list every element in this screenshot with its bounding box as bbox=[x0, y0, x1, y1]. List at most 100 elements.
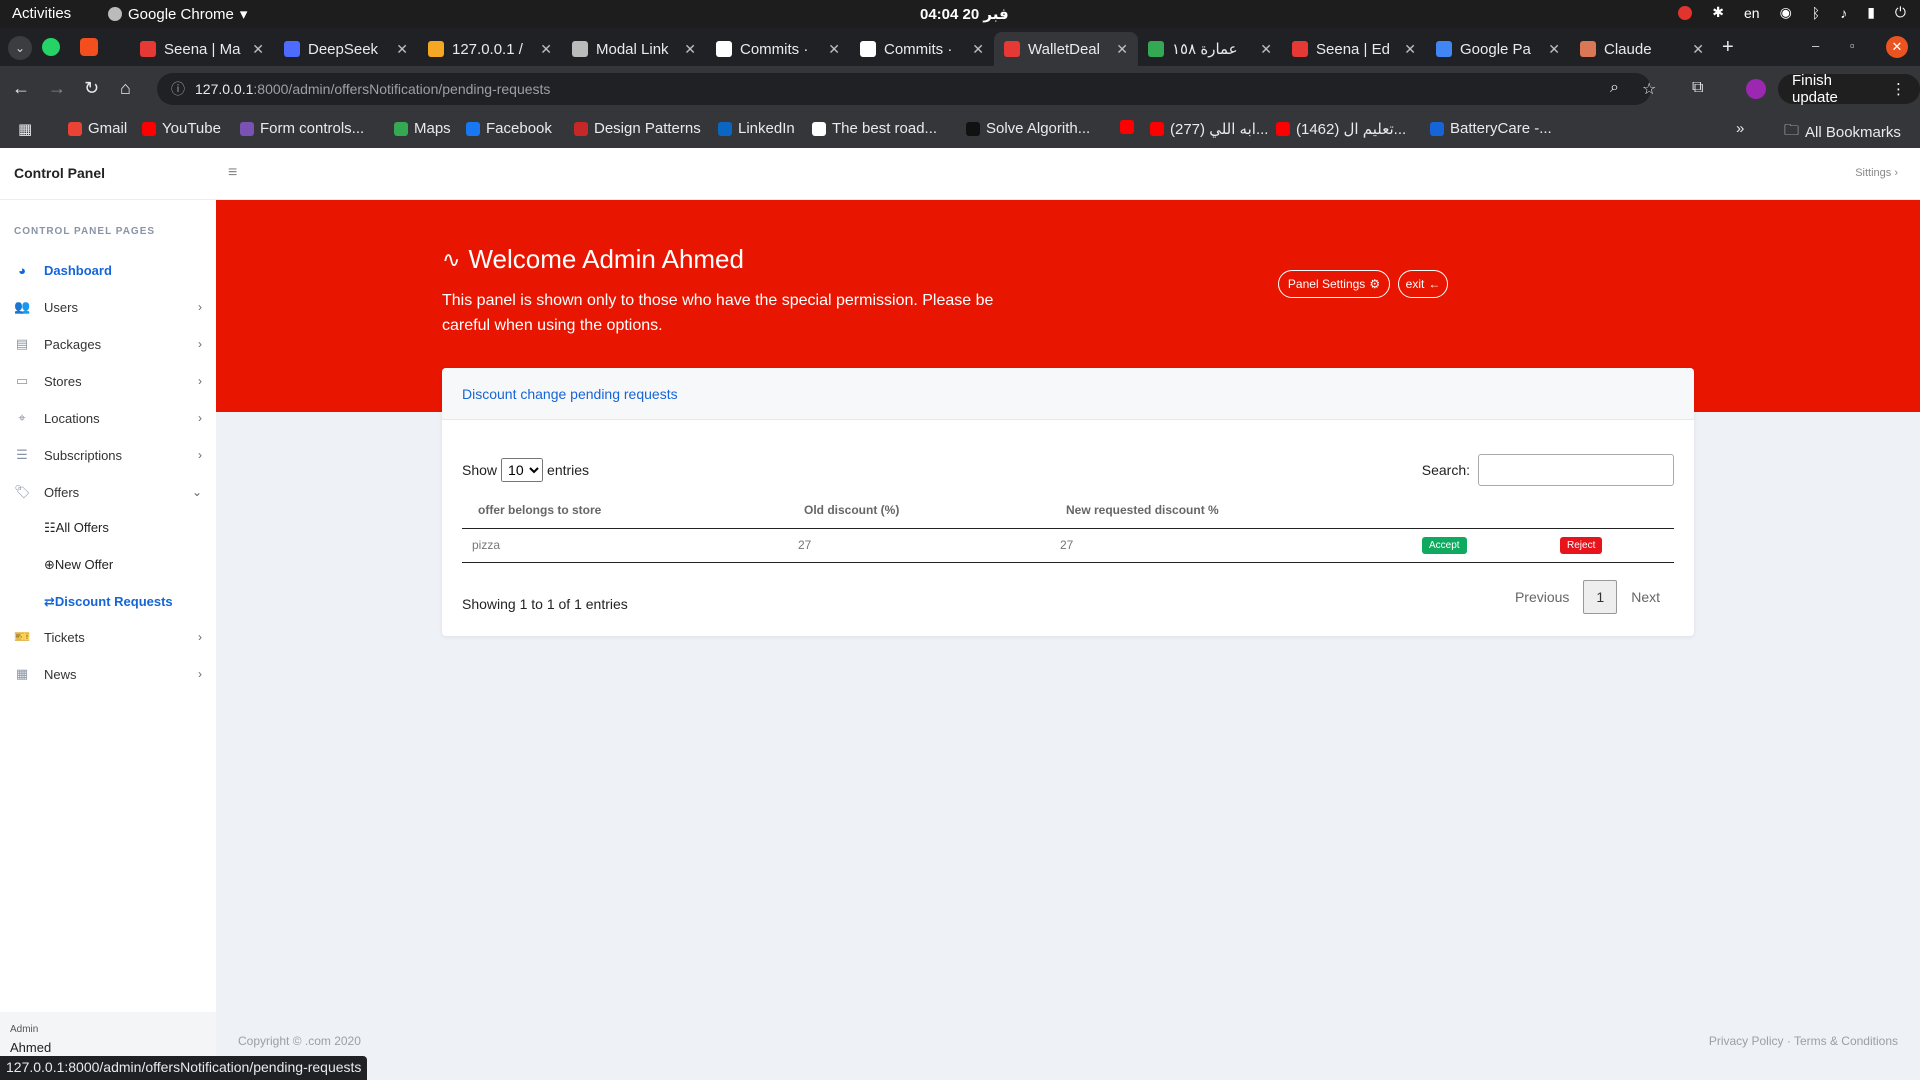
close-tab-icon[interactable]: ✕ bbox=[396, 41, 408, 58]
new-tab-button[interactable]: + bbox=[1722, 36, 1734, 59]
menu-toggle-icon[interactable]: ≡ bbox=[228, 164, 237, 182]
profile-avatar[interactable] bbox=[1746, 79, 1766, 99]
store-icon: ▭ bbox=[15, 373, 29, 388]
home-icon[interactable]: ⌂ bbox=[120, 78, 131, 99]
bookmark-item[interactable]: LinkedIn bbox=[718, 120, 795, 137]
column-header[interactable]: New requested discount % bbox=[1050, 492, 1422, 529]
bookmark-label: (277) ابه اللي... bbox=[1170, 121, 1269, 138]
footer-links[interactable]: Privacy Policy · Terms & Conditions bbox=[1709, 1034, 1898, 1048]
browser-tab[interactable]: DeepSeek ✕ bbox=[274, 32, 418, 66]
minimize-icon[interactable]: – bbox=[1812, 38, 1819, 53]
next-page-button[interactable]: Next bbox=[1617, 581, 1674, 613]
previous-page-button[interactable]: Previous bbox=[1501, 581, 1583, 613]
close-tab-icon[interactable]: ✕ bbox=[540, 41, 552, 58]
extensions-icon[interactable]: ⧉ bbox=[1692, 79, 1703, 97]
browser-tab[interactable]: Seena | Ma ✕ bbox=[130, 32, 274, 66]
close-tab-icon[interactable]: ✕ bbox=[972, 41, 984, 58]
exit-button[interactable]: exit ← bbox=[1398, 270, 1448, 298]
sidebar-item-users[interactable]: 👥 Users › bbox=[0, 289, 216, 325]
browser-tab[interactable]: Commits · ✕ bbox=[850, 32, 994, 66]
browser-tab[interactable]: Google Pa ✕ bbox=[1426, 32, 1570, 66]
bookmark-item[interactable]: (1462) تعليم ال... bbox=[1276, 120, 1406, 138]
close-tab-icon[interactable]: ✕ bbox=[252, 41, 264, 58]
sidebar-item-news[interactable]: ▦ News › bbox=[0, 656, 216, 692]
bookmark-item[interactable]: Form controls... bbox=[240, 120, 364, 137]
back-arrow-icon[interactable]: ← bbox=[12, 78, 30, 99]
app-menu[interactable]: Google Chrome ▾ bbox=[108, 5, 247, 23]
sidebar-subitem-all-offers[interactable]: ☷All Offers bbox=[44, 520, 109, 536]
maximize-icon[interactable]: ▫ bbox=[1850, 38, 1855, 53]
close-tab-icon[interactable]: ✕ bbox=[1692, 41, 1704, 58]
accept-button[interactable]: Accept bbox=[1422, 536, 1467, 554]
sidebar-item-subscriptions[interactable]: ☰ Subscriptions › bbox=[0, 437, 216, 473]
column-header[interactable]: offer belongs to store bbox=[462, 492, 788, 529]
wifi-icon: ◉ bbox=[1779, 4, 1792, 20]
zoom-icon[interactable]: ⌕ bbox=[1610, 79, 1619, 97]
site-info-icon[interactable]: ⓘ bbox=[171, 79, 185, 99]
column-header bbox=[1422, 492, 1550, 529]
panel-settings-button[interactable]: Panel Settings ⚙ bbox=[1278, 270, 1390, 298]
sidebar-item-dashboard[interactable]: ◕ Dashboard bbox=[0, 252, 216, 288]
browser-tab[interactable]: Commits · ✕ bbox=[706, 32, 850, 66]
close-tab-icon[interactable]: ✕ bbox=[1404, 41, 1416, 58]
sidebar-item-tickets[interactable]: 🎫 Tickets › bbox=[0, 619, 216, 655]
figma-pinned-tab[interactable] bbox=[80, 38, 98, 56]
caret-down-icon: ▾ bbox=[239, 6, 248, 23]
close-tab-icon[interactable]: ✕ bbox=[1116, 41, 1128, 58]
bookmark-item[interactable]: (277) ابه اللي... bbox=[1150, 120, 1268, 138]
users-icon: 👥 bbox=[14, 299, 31, 314]
bookmark-item[interactable]: YouTube bbox=[142, 120, 221, 137]
tab-favicon bbox=[428, 41, 444, 57]
system-tray[interactable]: ✱ en ◉ ᛒ ♪ ▮ ⏻ bbox=[1678, 4, 1906, 21]
sidebar-item-stores[interactable]: ▭ Stores › bbox=[0, 363, 216, 399]
page-button[interactable]: 1 bbox=[1583, 580, 1618, 614]
page-length-select[interactable]: 10 bbox=[501, 458, 544, 482]
bookmark-item[interactable]: Gmail bbox=[68, 120, 127, 137]
apps-grid-icon[interactable]: ▦ bbox=[18, 120, 32, 138]
bookmark-item[interactable] bbox=[1120, 120, 1140, 134]
tab-search-button[interactable]: ⌄ bbox=[8, 36, 32, 60]
tags-icon: 🏷 bbox=[14, 484, 31, 499]
finish-update-button[interactable]: Finish update ⋮ bbox=[1778, 72, 1920, 106]
sidebar-item-offers[interactable]: 🏷 Offers ⌄ bbox=[0, 474, 216, 510]
clock[interactable]: 04:04 فبر 20 bbox=[920, 5, 1009, 23]
bookmarks-overflow-icon[interactable]: » bbox=[1736, 120, 1744, 137]
close-tab-icon[interactable]: ✕ bbox=[1260, 41, 1272, 58]
browser-tab[interactable]: WalletDeal ✕ bbox=[994, 32, 1138, 66]
settings-link[interactable]: Sittings › bbox=[1855, 167, 1898, 179]
bookmark-item[interactable]: Facebook bbox=[466, 120, 552, 137]
address-bar[interactable]: ⓘ 127.0.0.1:8000/admin/offersNotificatio… bbox=[157, 73, 1651, 105]
bookmark-item[interactable]: BatteryCare -... bbox=[1430, 120, 1552, 137]
browser-tab[interactable]: Modal Link ✕ bbox=[562, 32, 706, 66]
sidebar-subitem-new-offer[interactable]: ⊕New Offer bbox=[44, 557, 113, 573]
all-bookmarks-button[interactable]: 🗀 All Bookmarks bbox=[1784, 120, 1901, 145]
bookmark-item[interactable]: The best road... bbox=[812, 120, 937, 137]
search-input[interactable] bbox=[1478, 454, 1674, 486]
close-tab-icon[interactable]: ✕ bbox=[828, 41, 840, 58]
close-window-button[interactable]: ✕ bbox=[1886, 36, 1908, 58]
bookmark-item[interactable]: Solve Algorith... bbox=[966, 120, 1090, 137]
activities-button[interactable]: Activities bbox=[12, 5, 71, 22]
close-tab-icon[interactable]: ✕ bbox=[1548, 41, 1560, 58]
language-indicator[interactable]: en bbox=[1744, 5, 1760, 21]
reject-button[interactable]: Reject bbox=[1560, 536, 1603, 554]
packages-icon: ▤ bbox=[15, 336, 29, 351]
bookmark-item[interactable]: Design Patterns bbox=[574, 120, 701, 137]
browser-tab[interactable]: Seena | Ed ✕ bbox=[1282, 32, 1426, 66]
brand-title[interactable]: Control Panel bbox=[14, 165, 105, 181]
bookmark-star-icon[interactable]: ☆ bbox=[1642, 79, 1656, 99]
browser-tab[interactable]: عمارة ١٥٨ ✕ bbox=[1138, 32, 1282, 66]
sidebar-subitem-discount-requests[interactable]: ⇄Discount Requests bbox=[44, 594, 173, 610]
bookmark-item[interactable]: Maps bbox=[394, 120, 451, 137]
close-tab-icon[interactable]: ✕ bbox=[684, 41, 696, 58]
tab-favicon bbox=[140, 41, 156, 57]
forward-arrow-icon[interactable]: → bbox=[48, 78, 66, 99]
column-header[interactable]: Old discount (%) bbox=[788, 492, 1050, 529]
bookmark-favicon bbox=[812, 121, 826, 136]
browser-tab[interactable]: Claude ✕ bbox=[1570, 32, 1714, 66]
sidebar-item-locations[interactable]: ⌖ Locations › bbox=[0, 400, 216, 436]
whatsapp-pinned-tab[interactable] bbox=[42, 38, 60, 56]
browser-tab[interactable]: 127.0.0.1 / ✕ bbox=[418, 32, 562, 66]
sidebar-item-packages[interactable]: ▤ Packages › bbox=[0, 326, 216, 362]
reload-icon[interactable]: ↻ bbox=[84, 78, 99, 99]
